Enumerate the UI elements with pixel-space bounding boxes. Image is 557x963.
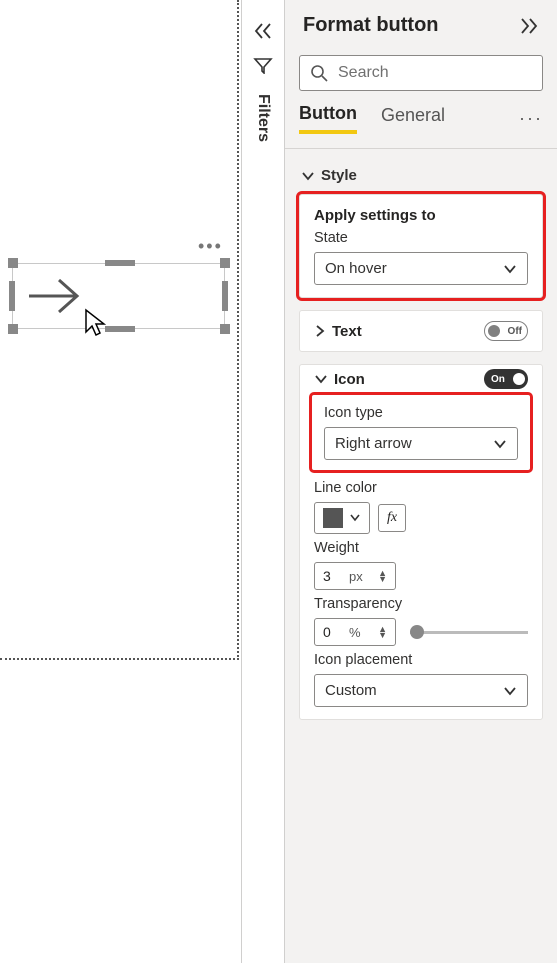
chevron-down-icon <box>503 262 517 276</box>
resize-handle-r[interactable] <box>222 281 228 311</box>
text-card: Text Off <box>299 310 543 352</box>
line-color-picker[interactable] <box>314 502 370 534</box>
icon-card: Icon On Icon type Right arrow Line color <box>299 364 543 720</box>
chevron-down-icon <box>503 684 517 698</box>
icon-type-highlight: Icon type Right arrow <box>312 395 530 470</box>
report-canvas[interactable]: ••• <box>0 0 241 963</box>
tab-button[interactable]: Button <box>299 103 357 134</box>
weight-value: 3 <box>323 568 343 584</box>
icon-type-label: Icon type <box>324 405 518 421</box>
chevron-down-icon[interactable] <box>314 372 328 386</box>
style-section-title: Style <box>321 167 357 184</box>
icon-type-dropdown[interactable]: Right arrow <box>324 427 518 460</box>
state-value: On hover <box>325 260 387 277</box>
text-toggle[interactable]: Off <box>484 321 528 341</box>
visual-options-ellipsis[interactable]: ••• <box>198 236 223 257</box>
chevron-down-icon <box>349 512 361 524</box>
text-section-title[interactable]: Text <box>332 323 362 340</box>
chevron-down-icon <box>493 437 507 451</box>
apply-settings-card: Apply settings to State On hover <box>299 194 543 298</box>
resize-handle-tr[interactable] <box>220 258 230 268</box>
pane-title: Format button <box>303 14 439 37</box>
filters-funnel-icon[interactable] <box>253 56 273 74</box>
resize-handle-bl[interactable] <box>8 324 18 334</box>
apply-settings-title: Apply settings to <box>314 207 436 224</box>
icon-type-value: Right arrow <box>335 435 412 452</box>
toggle-off-label: Off <box>508 326 522 337</box>
filters-pane-collapsed: Filters <box>241 0 285 963</box>
format-pane: Format button Button General ··· <box>285 0 557 963</box>
right-arrow-icon <box>27 276 81 316</box>
resize-handle-tl[interactable] <box>8 258 18 268</box>
icon-placement-value: Custom <box>325 682 377 699</box>
style-section-header[interactable]: Style <box>299 153 543 194</box>
transparency-slider[interactable] <box>410 631 528 634</box>
weight-label: Weight <box>314 540 528 556</box>
transparency-input[interactable]: 0 % ▲▼ <box>314 618 396 646</box>
selected-button-visual[interactable] <box>12 263 225 329</box>
transparency-unit: % <box>349 625 361 640</box>
spinner-icon[interactable]: ▲▼ <box>378 626 387 638</box>
search-input-wrapper[interactable] <box>299 55 543 91</box>
search-input[interactable] <box>336 63 532 83</box>
state-label: State <box>314 230 528 246</box>
resize-handle-br[interactable] <box>220 324 230 334</box>
icon-toggle[interactable]: On <box>484 369 528 389</box>
weight-input[interactable]: 3 px ▲▼ <box>314 562 396 590</box>
spinner-icon[interactable]: ▲▼ <box>378 570 387 582</box>
tab-general[interactable]: General <box>381 105 445 132</box>
state-dropdown[interactable]: On hover <box>314 252 528 285</box>
filters-label[interactable]: Filters <box>254 94 272 142</box>
icon-section-title[interactable]: Icon <box>334 371 365 388</box>
tab-more-ellipsis[interactable]: ··· <box>519 108 543 129</box>
mouse-cursor-icon <box>84 308 106 338</box>
resize-handle-t[interactable] <box>105 260 135 266</box>
tabs-divider <box>285 148 557 149</box>
chevron-right-icon[interactable] <box>314 324 326 338</box>
toggle-on-label: On <box>491 374 505 385</box>
transparency-value: 0 <box>323 624 343 640</box>
resize-handle-l[interactable] <box>9 281 15 311</box>
icon-placement-dropdown[interactable]: Custom <box>314 674 528 707</box>
collapse-left-icon[interactable] <box>253 22 273 40</box>
transparency-label: Transparency <box>314 596 528 612</box>
weight-unit: px <box>349 569 363 584</box>
chevron-down-icon <box>301 169 315 183</box>
fx-button[interactable]: fx <box>378 504 406 532</box>
expand-right-icon[interactable] <box>519 17 539 35</box>
icon-placement-label: Icon placement <box>314 652 528 668</box>
fx-label: fx <box>387 510 397 525</box>
color-swatch <box>323 508 343 528</box>
search-icon <box>310 64 328 82</box>
resize-handle-b[interactable] <box>105 326 135 332</box>
line-color-label: Line color <box>314 480 528 496</box>
